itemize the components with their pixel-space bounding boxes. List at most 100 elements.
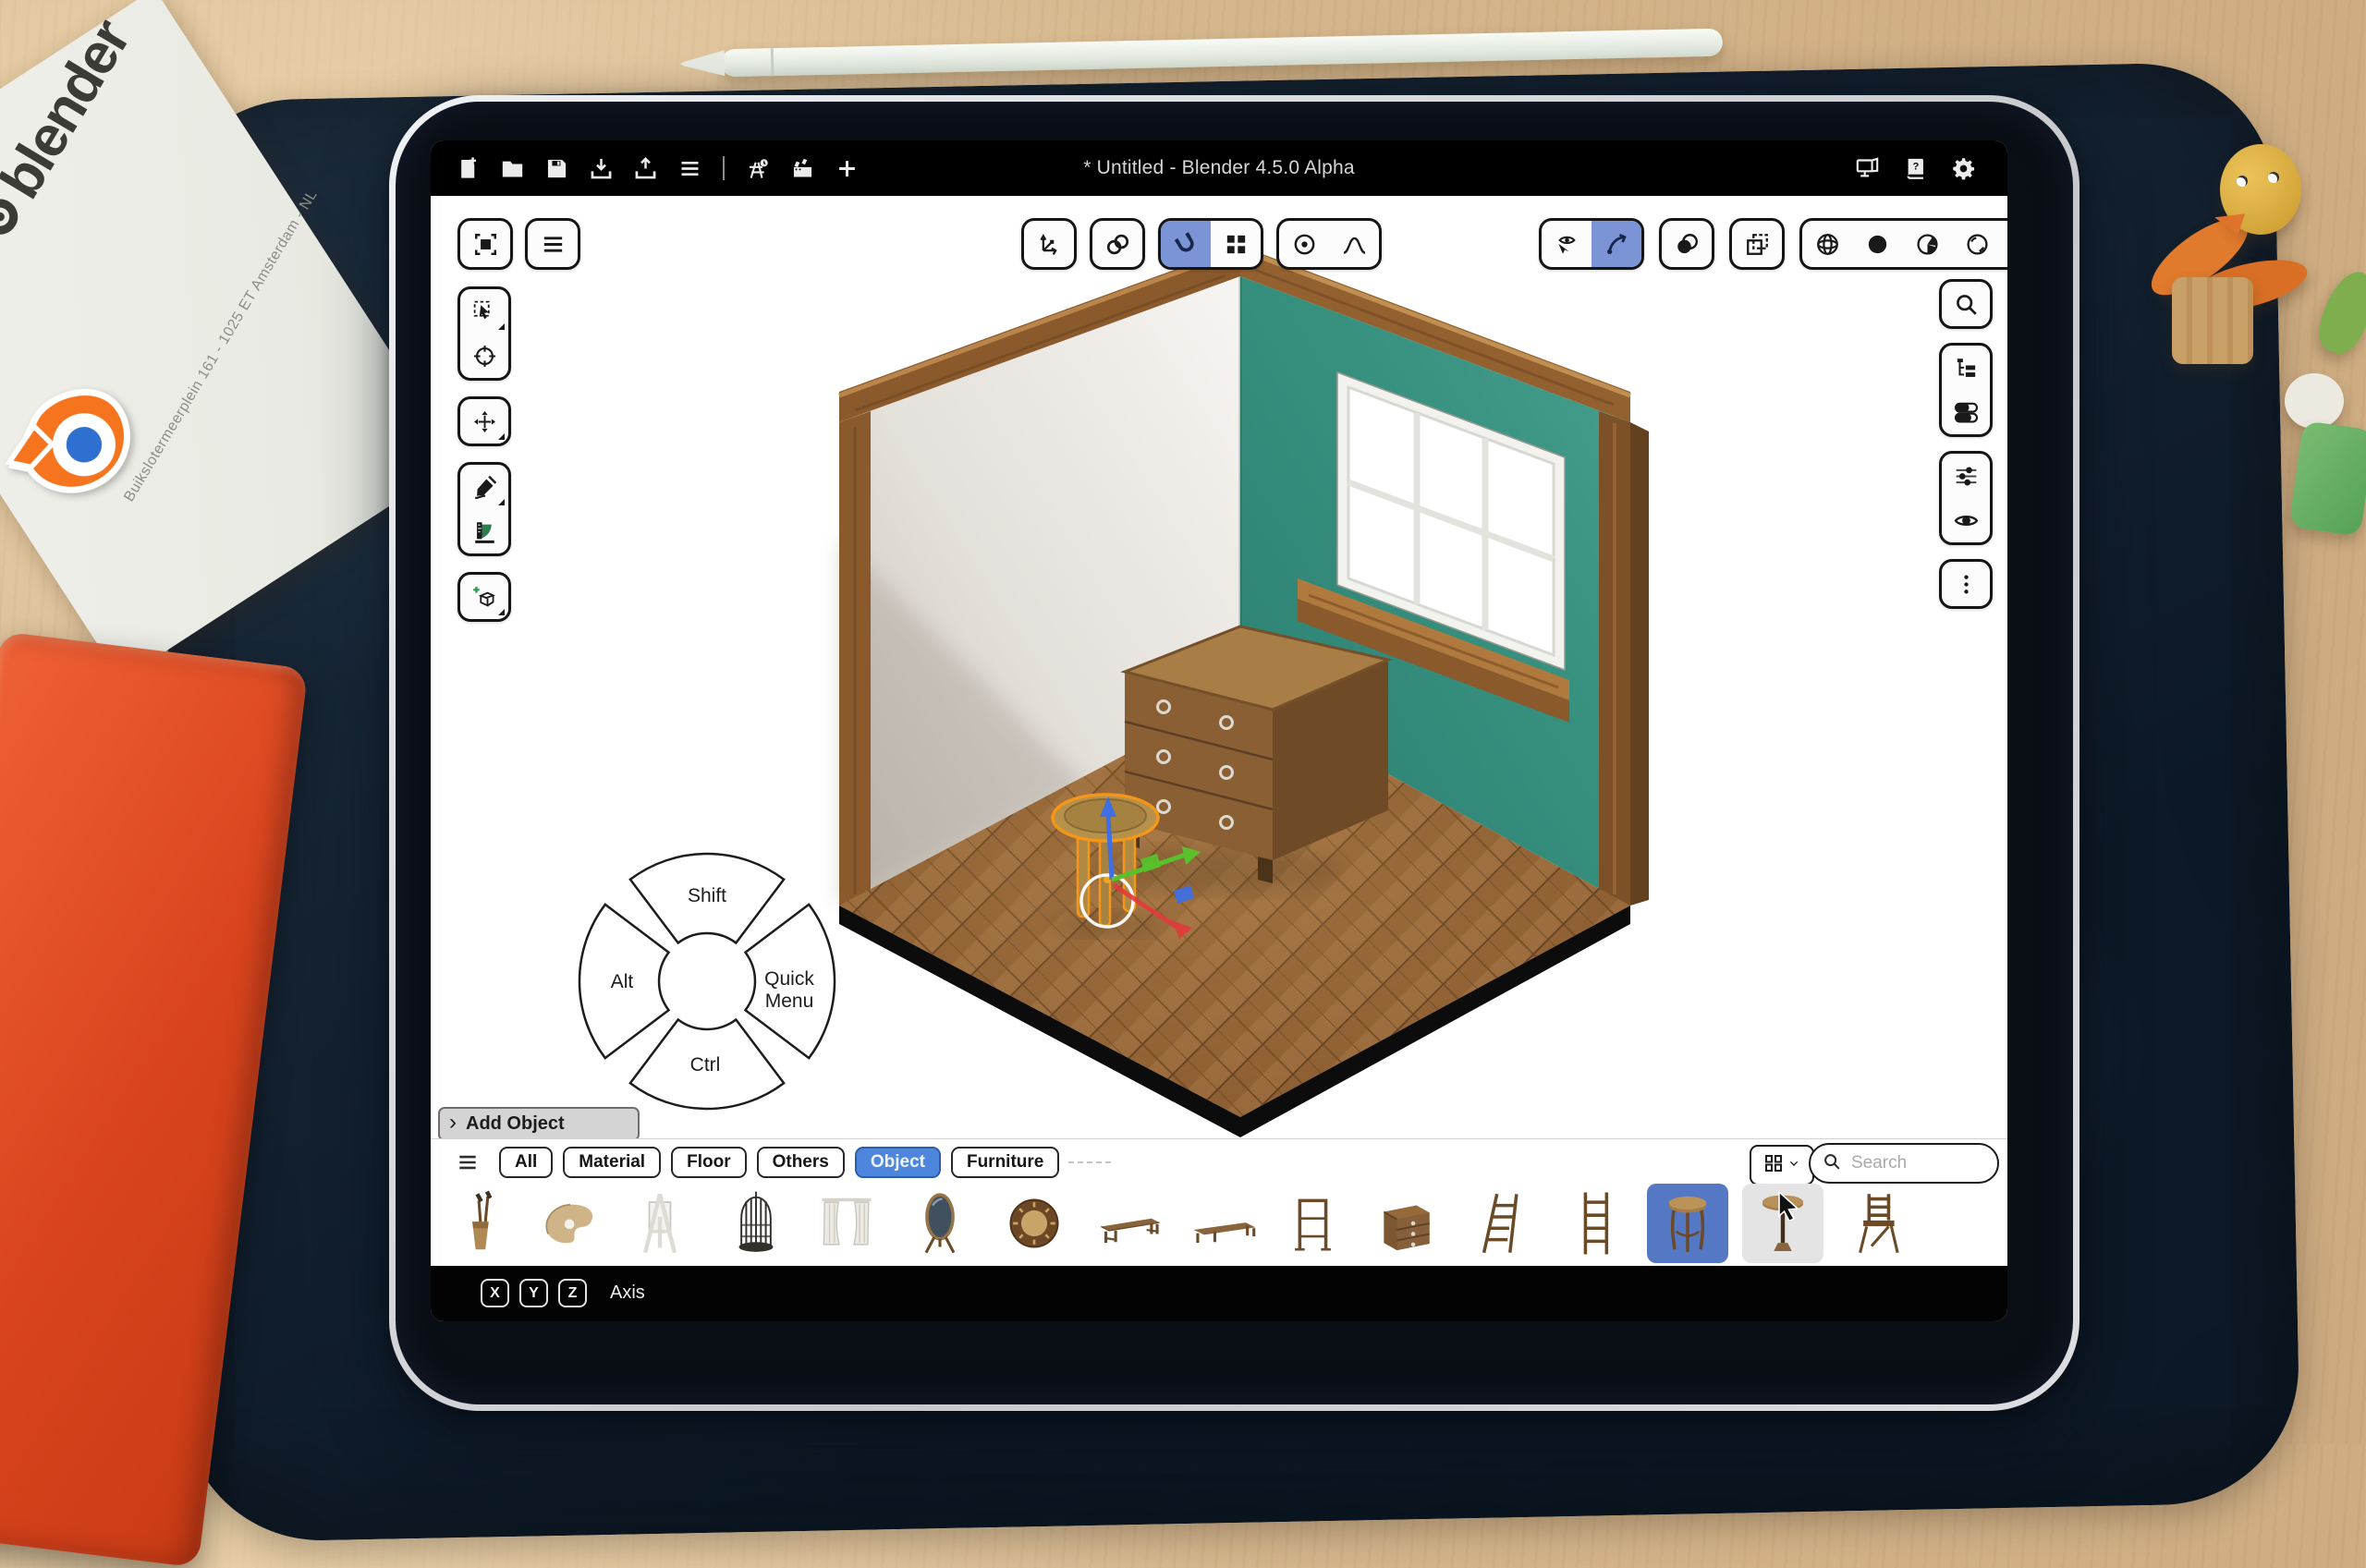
axis-key-y[interactable]: Y [519,1279,548,1307]
search-group [1939,279,1993,329]
asset-row [431,1184,2007,1265]
asset-ladder-leaning[interactable] [1461,1184,1543,1263]
select-tweak-group [457,286,511,381]
cursor-3d-icon [471,343,498,370]
plus-button[interactable] [828,148,865,188]
asset-easel[interactable] [619,1184,701,1263]
asset-folding-chair[interactable] [1837,1184,1919,1263]
menu-icon [540,231,567,258]
visibility-button[interactable] [1942,498,1990,542]
display-button[interactable] [1848,148,1885,188]
box-select-button[interactable] [460,221,510,267]
annotate-button[interactable] [460,465,508,509]
measure-button[interactable] [460,509,508,553]
panel-column [1939,279,1993,609]
prop-edit-button[interactable] [1279,221,1329,267]
transform-icon [1036,231,1063,258]
axis-key-x[interactable]: X [481,1279,509,1307]
box-select-group [457,218,513,270]
falloff-button[interactable] [1329,221,1379,267]
help-button[interactable]: ? [1896,148,1933,188]
shading-render-button[interactable] [1952,221,2002,267]
asset-ladder-straight[interactable] [1555,1184,1636,1263]
asset-paint-palette[interactable] [530,1184,611,1263]
chevron-down-button[interactable] [2002,221,2007,267]
menu-icon [456,1150,480,1177]
import-button[interactable] [582,148,619,188]
cursor-3d-button[interactable] [460,334,508,378]
asset-paint-brush-cup[interactable] [439,1184,520,1263]
xray-button[interactable] [1732,221,1782,267]
transform-button[interactable] [1024,221,1074,267]
export-button[interactable] [627,148,664,188]
card-brand-text: blender [0,9,143,210]
asset-round-stool[interactable] [1647,1184,1728,1263]
grid-view-button[interactable] [1750,1145,1814,1185]
move-button[interactable] [460,399,508,444]
viewport-toolbar-center [1021,218,1382,270]
filter-button[interactable] [1942,454,1990,498]
overlays-icon [1674,231,1701,258]
shelf-menu-button[interactable] [451,1149,484,1178]
pie-label-alt[interactable]: Alt [576,971,668,993]
tab-floor[interactable]: Floor [671,1147,747,1178]
kebab-button[interactable] [1942,562,1990,606]
gizmo-button[interactable] [1592,221,1641,267]
3d-viewport[interactable] [782,233,1706,1157]
pie-label-shift[interactable]: Shift [661,885,753,907]
add-primitive-button[interactable] [460,575,508,619]
link-button[interactable] [1092,221,1142,267]
overlays-button[interactable] [1662,221,1712,267]
snap-grid-button[interactable] [1211,221,1261,267]
asset-bench[interactable] [1090,1184,1171,1263]
tab-all[interactable]: All [499,1147,553,1178]
shading-wire-icon [1814,231,1841,258]
clapperboard-button[interactable] [784,148,821,188]
asset-dresser[interactable] [1366,1184,1447,1263]
shading-solid-button[interactable] [1852,221,1902,267]
outliner-button[interactable] [1942,346,1990,390]
tab-material[interactable]: Material [563,1147,661,1178]
menu-button[interactable] [528,221,578,267]
tab-object[interactable]: Object [855,1147,941,1178]
eye-cursor-button[interactable] [1542,221,1592,267]
asset-shelf: All Material Floor Others Object Furniture [431,1138,2007,1267]
outliner-group [1939,343,1993,437]
pie-label-ctrl[interactable]: Ctrl [659,1054,751,1076]
asset-search [1809,1143,1999,1184]
shading-wire-button[interactable] [1802,221,1852,267]
asset-birdcage[interactable] [715,1184,797,1263]
gear-button[interactable] [1945,148,1982,188]
properties-button[interactable] [1942,390,1990,434]
help-icon: ? [1903,156,1928,181]
stylus-tip [680,50,726,77]
menu-group [525,218,580,270]
folder-open-button[interactable] [494,148,531,188]
magnet-button[interactable] [1161,221,1211,267]
shading-material-button[interactable] [1902,221,1952,267]
tab-furniture[interactable]: Furniture [951,1147,1059,1178]
asset-tabs: All Material Floor Others Object Furniture [499,1147,1059,1178]
tab-others[interactable]: Others [757,1147,845,1178]
magnet-group [1158,218,1263,270]
move-group [457,396,511,446]
select-tweak-button[interactable] [460,289,508,334]
figurine-eye [2268,172,2279,183]
file-new-button[interactable] [449,148,486,188]
save-button[interactable] [538,148,575,188]
asset-curtains[interactable] [806,1184,887,1263]
axis-key-z[interactable]: Z [558,1279,587,1307]
shading-wire-group [1799,218,2007,270]
pie-label-quick-menu[interactable]: Quick Menu [743,968,835,1012]
menu-button[interactable] [671,148,708,188]
search-button[interactable] [1942,282,1990,326]
asset-coffee-table[interactable] [1184,1184,1265,1263]
search-input[interactable] [1849,1152,1973,1174]
eye-cursor-icon [1554,231,1580,258]
svg-text:?: ? [1912,161,1919,172]
history-button[interactable] [739,148,776,188]
asset-wall-clock[interactable] [994,1184,1075,1263]
asset-standing-mirror[interactable] [899,1184,981,1263]
asset-desk-shelf[interactable] [1275,1184,1357,1263]
add-object-panel-header[interactable]: › Add Object [438,1107,640,1141]
